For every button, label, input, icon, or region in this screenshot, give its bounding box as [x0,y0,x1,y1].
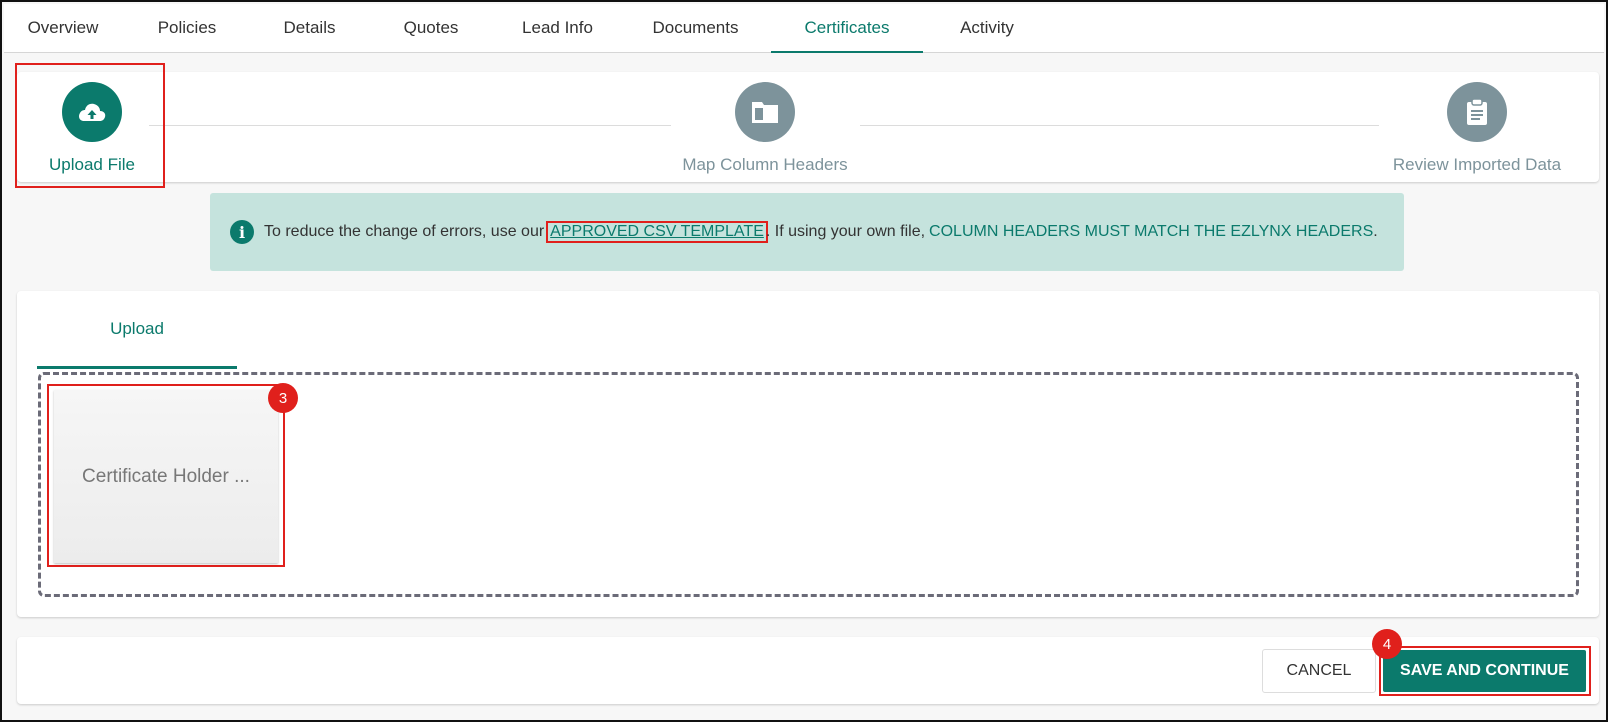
tab-activity[interactable]: Activity [923,4,1051,52]
step-review-imported-data[interactable]: Review Imported Data [1377,82,1577,175]
step-badge: 3 [268,383,298,413]
folder-icon [735,82,795,142]
info-banner: i To reduce the change of errors, use ou… [210,193,1404,271]
info-text: . If using your own file, [765,223,926,240]
upload-card: Upload Certificate Holder ... 3 [17,291,1599,617]
action-footer: CANCEL SAVE AND CONTINUE 4 [17,629,1599,704]
info-text: . [1373,223,1378,240]
info-text: To reduce the change of errors, use our [264,223,545,240]
step-badge: 4 [1372,629,1402,659]
annotation-highlight: Certificate Holder ... [47,384,285,567]
clipboard-icon [1447,82,1507,142]
tab-certificates[interactable]: Certificates [771,4,923,53]
tab-details[interactable]: Details [252,4,367,52]
tab-overview[interactable]: Overview [4,4,122,52]
tab-documents[interactable]: Documents [620,4,771,52]
step-label: Map Column Headers [682,155,848,174]
tab-lead-info[interactable]: Lead Info [495,4,620,52]
cancel-button[interactable]: CANCEL [1262,649,1376,693]
annotation-highlight: SAVE AND CONTINUE [1379,646,1591,696]
uploaded-file-tile[interactable]: Certificate Holder ... [54,390,278,563]
tab-upload[interactable]: Upload [37,291,237,369]
file-dropzone[interactable]: Certificate Holder ... [38,372,1579,597]
annotation-highlight [15,63,165,188]
approved-csv-template-link[interactable]: APPROVED CSV TEMPLATE [546,221,768,243]
info-icon: i [230,220,254,244]
import-stepper: Upload File Map Column Headers Review Im… [17,72,1599,182]
tab-quotes[interactable]: Quotes [367,4,495,52]
tab-policies[interactable]: Policies [122,4,252,52]
step-map-column-headers[interactable]: Map Column Headers [677,82,853,175]
column-headers-notice: COLUMN HEADERS MUST MATCH THE EZLYNX HEA… [929,223,1374,240]
step-connector [149,125,671,126]
record-tabs: Overview Policies Details Quotes Lead In… [4,4,1604,53]
app-frame: Overview Policies Details Quotes Lead In… [0,0,1608,722]
step-label: Review Imported Data [1392,155,1562,174]
save-and-continue-button[interactable]: SAVE AND CONTINUE [1383,650,1586,692]
step-connector [860,125,1379,126]
